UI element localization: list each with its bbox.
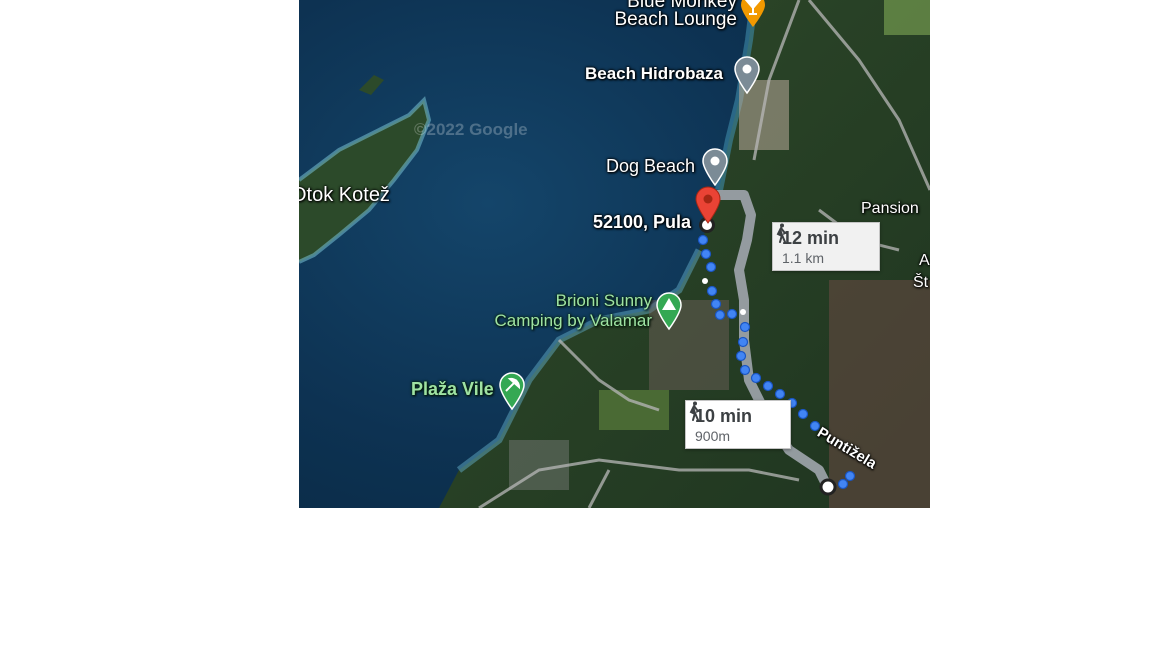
walking-person-icon [776, 223, 787, 243]
place-label-camping-valamar[interactable]: Camping by Valamar [449, 312, 652, 330]
place-label-dog-beach[interactable]: Dog Beach [606, 157, 695, 176]
place-label-beach-lounge[interactable]: Beach Lounge [589, 10, 737, 30]
map-watermark: ©2022 Google [414, 120, 528, 139]
destination-label[interactable]: 52100, Pula [593, 213, 691, 232]
place-label-plaza-vile[interactable]: Plaža Vile [411, 380, 494, 399]
place-label-edge-st: Št [913, 274, 929, 291]
place-label-brioni-sunny[interactable]: Brioni Sunny [469, 292, 652, 310]
location-pin-icon[interactable] [733, 55, 761, 95]
route-time: 10 min [695, 406, 753, 426]
walking-person-icon [689, 401, 700, 421]
location-pin-icon[interactable] [701, 147, 729, 187]
route-distance: 1.1 km [782, 250, 825, 266]
destination-pin-icon[interactable] [694, 185, 722, 225]
route-distance: 900m [695, 428, 731, 444]
place-label-edge-a: A [919, 252, 930, 269]
route-callout-alt[interactable]: 12 min 1.1 km [772, 222, 880, 271]
camping-icon[interactable] [655, 291, 683, 331]
route-time: 12 min [782, 228, 840, 248]
satellite-map[interactable]: ©2022 Google Blue Monkey Beach Lounge Be… [299, 0, 930, 508]
place-label-pansion[interactable]: Pansion [861, 200, 919, 218]
place-label-beach-hidrobaza[interactable]: Beach Hidrobaza [585, 65, 723, 83]
place-label-otok-kotez[interactable]: Otok Kotež [299, 185, 390, 206]
cocktail-icon[interactable] [739, 0, 767, 28]
route-callout-selected[interactable]: 10 min 900m [685, 400, 791, 449]
beach-icon[interactable] [498, 371, 526, 411]
